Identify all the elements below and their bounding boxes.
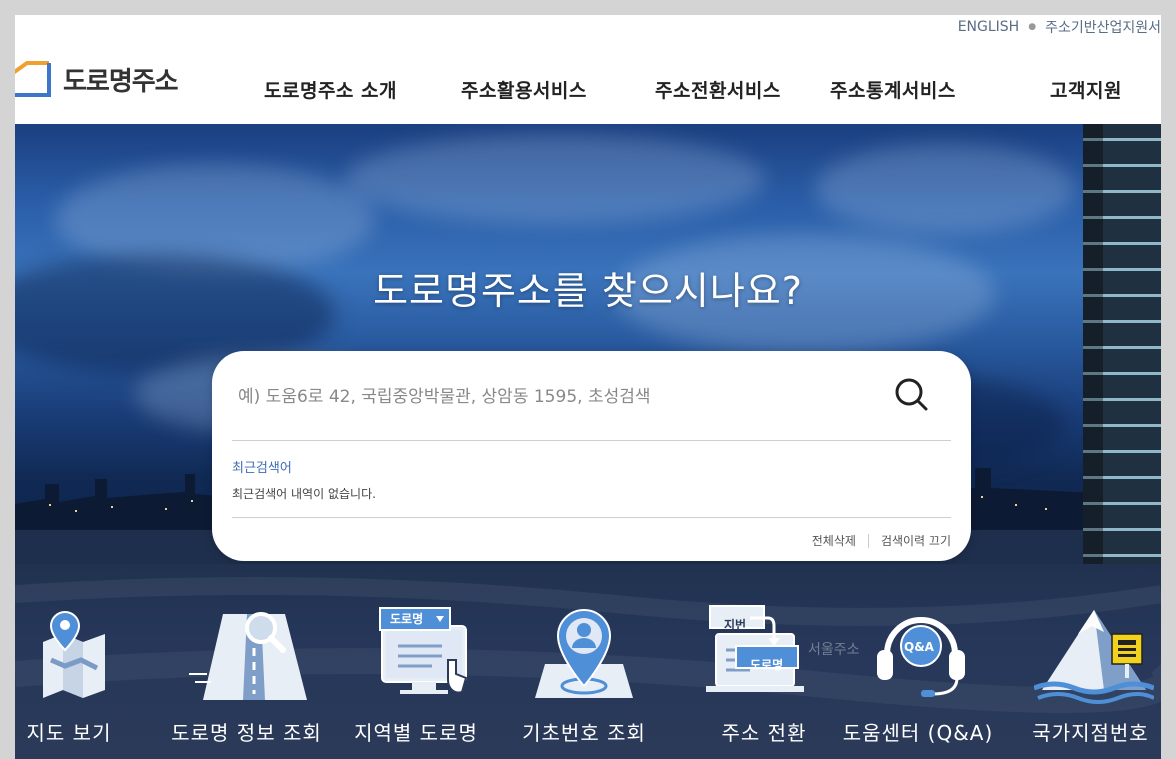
- nav-convert-service[interactable]: 주소전환서비스: [655, 76, 781, 103]
- page: ENGLISH ● 주소기반산업지원서 도로명주소 도로명주소 소개 주소활용서…: [15, 15, 1161, 759]
- quick-regional-road[interactable]: 도로명 지역별 도로명: [348, 564, 484, 759]
- office-tower: [1083, 124, 1161, 564]
- mountain-marker-icon: [1034, 610, 1154, 704]
- quick-menu: 서울주소 지도 보기 도로명 정보 조회 도로명 지역별 도로명 기초번호 조회…: [15, 564, 1161, 759]
- quick-road-info[interactable]: 도로명 정보 조회: [165, 564, 328, 759]
- headset-qa-icon: [877, 617, 965, 697]
- nav-usage-service[interactable]: 주소활용서비스: [461, 76, 587, 103]
- quick-label: 도로명 정보 조회: [171, 721, 322, 745]
- divider: [232, 517, 951, 518]
- map-pin-icon: [43, 610, 105, 698]
- quick-label: 지도 보기: [26, 721, 112, 745]
- site-logo[interactable]: 도로명주소: [15, 59, 179, 99]
- history-off-button[interactable]: 검색이력 끄기: [881, 532, 951, 549]
- quick-label: 지역별 도로명: [354, 721, 478, 745]
- lot-number-badge: 지번: [724, 618, 747, 632]
- separator: [867, 533, 869, 548]
- utility-links: ENGLISH ● 주소기반산업지원서: [958, 17, 1161, 37]
- quick-label: 기초번호 조회: [522, 721, 646, 745]
- site-header: ENGLISH ● 주소기반산업지원서 도로명주소 도로명주소 소개 주소활용서…: [15, 15, 1161, 124]
- house-logo-icon: [15, 61, 51, 97]
- quick-help-center[interactable]: Q&A 도움센터 (Q&A): [840, 564, 996, 759]
- delete-all-button[interactable]: 전체삭제: [812, 532, 856, 549]
- address-convert-icon: [706, 605, 804, 692]
- industry-support-link[interactable]: 주소기반산업지원서: [1045, 17, 1161, 37]
- road-magnifier-icon: [189, 612, 307, 700]
- road-badge: 도로명: [750, 658, 784, 672]
- recent-search-empty: 최근검색어 내역이 없습니다.: [232, 487, 376, 501]
- quick-label: 주소 전환: [721, 721, 807, 745]
- road-badge: 도로명: [390, 612, 424, 626]
- search-button[interactable]: [892, 375, 932, 415]
- search-icon: [895, 378, 928, 411]
- location-person-icon: [535, 608, 633, 698]
- recent-search-title: 최근검색어: [232, 461, 292, 476]
- nav-intro[interactable]: 도로명주소 소개: [264, 76, 397, 103]
- nav-stats-service[interactable]: 주소통계서비스: [830, 76, 956, 103]
- recent-search-actions: 전체삭제 검색이력 끄기: [812, 532, 951, 549]
- nav-customer-support[interactable]: 고객지원: [1050, 76, 1122, 103]
- separator-dot: ●: [1028, 22, 1037, 32]
- logo-text: 도로명주소: [63, 66, 179, 97]
- search-input[interactable]: [238, 379, 878, 415]
- quick-address-convert[interactable]: 지번 도로명 주소 전환: [704, 564, 824, 759]
- quick-map-view[interactable]: 지도 보기: [15, 564, 123, 759]
- quick-label: 도움센터 (Q&A): [842, 721, 994, 745]
- hero-title: 도로명주소를 찾으시나요?: [373, 269, 803, 313]
- quick-national-point-number[interactable]: 국가지점번호: [1020, 564, 1161, 759]
- qa-badge: Q&A: [904, 640, 934, 654]
- quick-label: 국가지점번호: [1032, 721, 1149, 745]
- english-link[interactable]: ENGLISH: [958, 19, 1020, 35]
- search-panel: 최근검색어 최근검색어 내역이 없습니다. 전체삭제 검색이력 끄기: [212, 351, 971, 561]
- divider: [232, 440, 951, 441]
- quick-base-number[interactable]: 기초번호 조회: [516, 564, 652, 759]
